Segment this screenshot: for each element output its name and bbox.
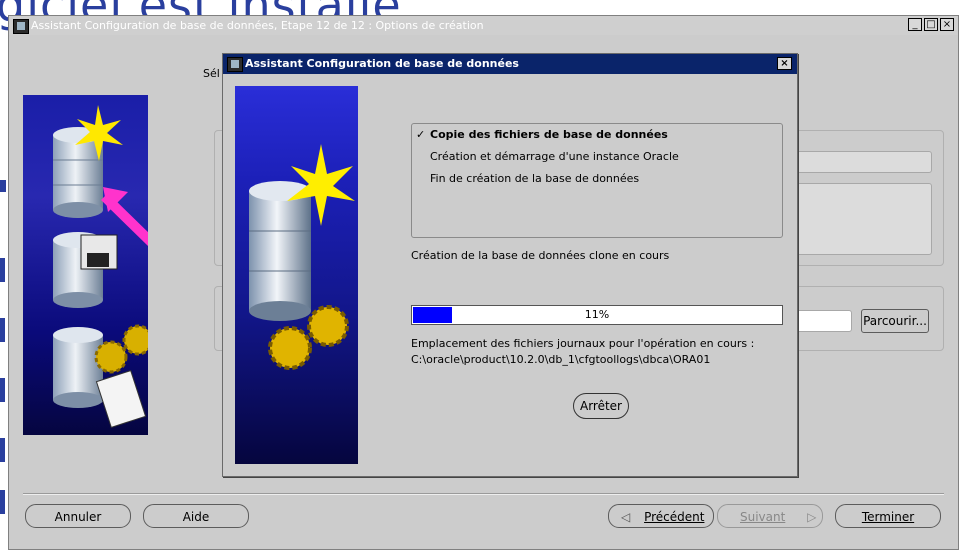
- app-icon: [227, 57, 243, 72]
- previous-button[interactable]: ◁ Précédent: [608, 504, 714, 528]
- list-item: ✓ Copie des fichiers de base de données: [416, 128, 668, 141]
- app-icon: [13, 19, 29, 34]
- progress-bar: 11%: [411, 305, 783, 325]
- window-controls: _ □ ×: [908, 18, 954, 31]
- list-item: Fin de création de la base de données: [430, 172, 639, 185]
- background-fragment: [0, 490, 5, 514]
- steps-list: ✓ Copie des fichiers de base de données …: [411, 123, 783, 238]
- step-label: Copie des fichiers de base de données: [430, 128, 668, 141]
- dialog-illustration: [235, 86, 358, 464]
- browse-button[interactable]: Parcourir...: [861, 309, 929, 333]
- minimize-button[interactable]: _: [908, 18, 922, 31]
- chevron-right-icon: ▷: [807, 510, 817, 524]
- file-name-input[interactable]: [794, 310, 852, 332]
- log-location-path: C:\oracle\product\10.2.0\db_1\cfgtoollog…: [411, 353, 711, 366]
- button-bar-divider: [23, 493, 944, 495]
- option-field[interactable]: [794, 151, 932, 173]
- finish-button-label: Terminer: [861, 510, 915, 524]
- main-title-bar: Assistant Configuration de base de donné…: [9, 16, 958, 35]
- wizard-illustration: [23, 95, 156, 435]
- list-item: Création et démarrage d'une instance Ora…: [430, 150, 679, 163]
- background-fragment: [0, 258, 5, 282]
- dialog-close-button[interactable]: ×: [777, 57, 792, 70]
- next-button-label: Suivant: [740, 510, 786, 524]
- database-gears-icon: [249, 144, 355, 370]
- finish-button[interactable]: Terminer: [835, 504, 941, 528]
- stop-button[interactable]: Arrêter: [573, 393, 629, 419]
- log-location-label: Emplacement des fichiers journaux pour l…: [411, 337, 755, 350]
- dialog-title: Assistant Configuration de base de donné…: [245, 57, 519, 70]
- previous-button-label: Précédent: [644, 510, 705, 524]
- cancel-button[interactable]: Annuler: [25, 504, 131, 528]
- selection-label: Sél: [203, 67, 220, 80]
- help-button[interactable]: Aide: [143, 504, 249, 528]
- background-fragment: [0, 318, 5, 342]
- checkmark-icon: ✓: [416, 128, 426, 141]
- step-label: Fin de création de la base de données: [430, 172, 640, 185]
- background-fragment: [0, 378, 5, 402]
- close-button[interactable]: ×: [940, 18, 954, 31]
- maximize-button[interactable]: □: [924, 18, 938, 31]
- main-window-title: Assistant Configuration de base de donné…: [31, 19, 484, 32]
- chevron-left-icon: ◁: [621, 510, 631, 524]
- step-label: Création et démarrage d'une instance Ora…: [430, 150, 679, 163]
- database-illustration-icon: [53, 105, 156, 429]
- description-field: [794, 183, 932, 255]
- progress-dialog: Assistant Configuration de base de donné…: [222, 53, 798, 477]
- background-fragment: [0, 438, 5, 462]
- background-fragment: [0, 180, 6, 192]
- status-text: Création de la base de données clone en …: [411, 249, 670, 262]
- next-button[interactable]: Suivant ▷: [717, 504, 823, 528]
- dialog-title-bar: Assistant Configuration de base de donné…: [223, 54, 797, 74]
- progress-percent: 11%: [584, 308, 610, 321]
